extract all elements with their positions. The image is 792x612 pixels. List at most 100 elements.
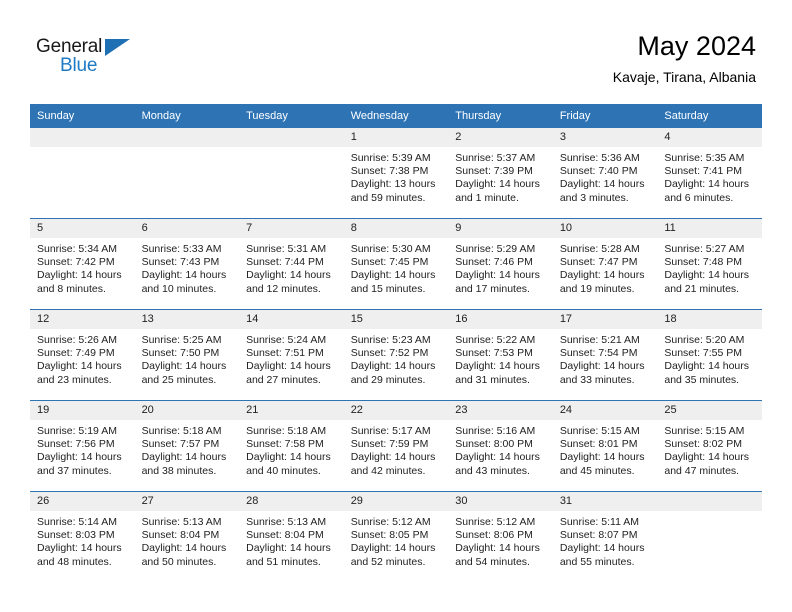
sunrise-time: Sunrise: 5:15 AM <box>559 425 640 437</box>
sunrise-time: Sunrise: 5:27 AM <box>664 243 745 255</box>
day-number: 2 <box>448 128 553 147</box>
calendar-day-cell[interactable]: 21 Sunrise: 5:18 AM Sunset: 7:58 PM Dayligh… <box>239 400 344 492</box>
sunset-time: Sunset: 7:48 PM <box>664 256 743 269</box>
weekday-header-wednesday: Wednesday <box>343 104 449 128</box>
calendar-day-cell[interactable]: 17 Sunrise: 5:21 AM Sunset: 7:54 PM Dayligh… <box>552 309 658 401</box>
daylight-line-1: Daylight: 14 hours <box>141 451 227 464</box>
sunset-time: Sunset: 7:50 PM <box>141 347 220 360</box>
day-number: 16 <box>448 310 553 329</box>
daylight-line-2: and 47 minutes. <box>664 464 740 477</box>
calendar-day-cell[interactable]: 4 Sunrise: 5:35 AM Sunset: 7:41 PM Daylight… <box>657 128 762 219</box>
brand-logo[interactable]: General Blue <box>36 36 156 82</box>
calendar-day-cell[interactable]: 5 Sunrise: 5:34 AM Sunset: 7:42 PM Daylight… <box>30 218 135 310</box>
day-number: 6 <box>134 219 240 238</box>
calendar-day-cell[interactable]: 22 Sunrise: 5:17 AM Sunset: 7:59 PM Dayligh… <box>343 400 449 492</box>
calendar-day-cell[interactable]: 18 Sunrise: 5:20 AM Sunset: 7:55 PM Dayligh… <box>657 309 762 401</box>
daylight-line-1: Daylight: 14 hours <box>37 542 122 555</box>
sunset-time: Sunset: 8:07 PM <box>559 529 638 542</box>
calendar-table: Sunday Monday Tuesday Wednesday Thursday… <box>30 104 762 582</box>
daylight-line-1: Daylight: 14 hours <box>455 542 540 555</box>
day-sun-info: Sunrise: 5:17 AM Sunset: 7:59 PM Daylight:… <box>344 420 449 478</box>
calendar-day-cell[interactable]: 30 Sunrise: 5:12 AM Sunset: 8:06 PM Dayligh… <box>448 491 553 582</box>
daylight-line-2: and 29 minutes. <box>350 373 426 386</box>
calendar-day-cell[interactable]: 13 Sunrise: 5:25 AM Sunset: 7:50 PM Dayligh… <box>134 309 240 401</box>
calendar-day-cell[interactable]: 27 Sunrise: 5:13 AM Sunset: 8:04 PM Dayligh… <box>134 491 240 582</box>
calendar-day-cell[interactable]: 14 Sunrise: 5:24 AM Sunset: 7:51 PM Dayligh… <box>239 309 344 401</box>
daylight-line-2: and 3 minutes. <box>559 191 629 204</box>
calendar-day-cell[interactable]: 6 Sunrise: 5:33 AM Sunset: 7:43 PM Daylight… <box>134 218 240 310</box>
day-number: 17 <box>552 310 658 329</box>
calendar-day-cell[interactable]: 20 Sunrise: 5:18 AM Sunset: 7:57 PM Dayligh… <box>134 400 240 492</box>
triangle-logo-icon <box>105 39 130 56</box>
weekday-header-friday: Friday <box>552 104 658 128</box>
sunrise-time: Sunrise: 5:23 AM <box>350 334 431 346</box>
daylight-line-1: Daylight: 14 hours <box>350 451 436 464</box>
daylight-line-1: Daylight: 14 hours <box>559 269 645 282</box>
daylight-line-1: Daylight: 14 hours <box>37 269 122 282</box>
sunrise-time: Sunrise: 5:29 AM <box>455 243 536 255</box>
calendar-day-cell[interactable]: 3 Sunrise: 5:36 AM Sunset: 7:40 PM Daylight… <box>552 128 658 219</box>
calendar-day-cell[interactable]: 25 Sunrise: 5:15 AM Sunset: 8:02 PM Dayligh… <box>657 400 762 492</box>
calendar-day-cell[interactable]: 12 Sunrise: 5:26 AM Sunset: 7:49 PM Dayligh… <box>30 309 135 401</box>
calendar-day-cell[interactable]: 19 Sunrise: 5:19 AM Sunset: 7:56 PM Dayligh… <box>30 400 135 492</box>
calendar-day-cell[interactable]: 16 Sunrise: 5:22 AM Sunset: 7:53 PM Dayligh… <box>448 309 553 401</box>
daylight-line-2: and 59 minutes. <box>350 191 426 204</box>
daylight-line-2: and 43 minutes. <box>455 464 530 477</box>
day-number: 26 <box>30 492 135 511</box>
sunset-time: Sunset: 7:56 PM <box>37 438 115 451</box>
sunrise-time: Sunrise: 5:35 AM <box>664 152 745 164</box>
sunrise-time: Sunrise: 5:21 AM <box>559 334 640 346</box>
daylight-line-2: and 54 minutes. <box>455 555 530 568</box>
calendar-day-cell[interactable]: 31 Sunrise: 5:11 AM Sunset: 8:07 PM Dayligh… <box>552 491 658 582</box>
calendar-week-row: 5 Sunrise: 5:34 AM Sunset: 7:42 PM Daylight… <box>30 218 762 310</box>
daylight-line-2: and 17 minutes. <box>455 282 530 295</box>
sunrise-time: Sunrise: 5:22 AM <box>455 334 536 346</box>
daylight-line-2: and 35 minutes. <box>664 373 740 386</box>
sunrise-time: Sunrise: 5:12 AM <box>350 516 431 528</box>
calendar-day-cell[interactable]: 10 Sunrise: 5:28 AM Sunset: 7:47 PM Dayligh… <box>552 218 658 310</box>
day-number: 25 <box>657 401 762 420</box>
sunset-time: Sunset: 7:47 PM <box>559 256 638 269</box>
weekday-header-saturday: Saturday <box>657 104 762 128</box>
daylight-line-2: and 15 minutes. <box>350 282 426 295</box>
daylight-line-1: Daylight: 14 hours <box>350 542 436 555</box>
sunset-time: Sunset: 7:40 PM <box>559 165 638 178</box>
daylight-line-2: and 12 minutes. <box>246 282 321 295</box>
day-sun-info: Sunrise: 5:23 AM Sunset: 7:52 PM Daylight:… <box>344 329 449 387</box>
daylight-line-2: and 19 minutes. <box>559 282 635 295</box>
daylight-line-1: Daylight: 14 hours <box>141 360 227 373</box>
calendar-day-cell[interactable]: 23 Sunrise: 5:16 AM Sunset: 8:00 PM Dayligh… <box>448 400 553 492</box>
calendar-day-cell[interactable]: 28 Sunrise: 5:13 AM Sunset: 8:04 PM Dayligh… <box>239 491 344 582</box>
sunrise-time: Sunrise: 5:31 AM <box>246 243 327 255</box>
day-sun-info: Sunrise: 5:12 AM Sunset: 8:05 PM Daylight:… <box>344 511 449 569</box>
day-sun-info: Sunrise: 5:21 AM Sunset: 7:54 PM Daylight:… <box>553 329 658 387</box>
day-number: 20 <box>134 401 240 420</box>
calendar-day-cell[interactable]: 7 Sunrise: 5:31 AM Sunset: 7:44 PM Daylight… <box>239 218 344 310</box>
day-sun-info: Sunrise: 5:16 AM Sunset: 8:00 PM Daylight:… <box>448 420 553 478</box>
sunset-time: Sunset: 7:51 PM <box>246 347 324 360</box>
calendar-day-cell[interactable]: 15 Sunrise: 5:23 AM Sunset: 7:52 PM Dayligh… <box>343 309 449 401</box>
day-sun-info: Sunrise: 5:29 AM Sunset: 7:46 PM Daylight:… <box>448 238 553 296</box>
sunset-time: Sunset: 8:04 PM <box>246 529 324 542</box>
calendar-day-cell[interactable]: 9 Sunrise: 5:29 AM Sunset: 7:46 PM Daylight… <box>448 218 553 310</box>
day-sun-info: Sunrise: 5:13 AM Sunset: 8:04 PM Daylight:… <box>135 511 240 569</box>
sunrise-time: Sunrise: 5:25 AM <box>141 334 222 346</box>
day-number: 18 <box>657 310 762 329</box>
calendar-day-cell[interactable]: 29 Sunrise: 5:12 AM Sunset: 8:05 PM Dayligh… <box>343 491 449 582</box>
sunset-time: Sunset: 8:00 PM <box>455 438 533 451</box>
calendar-day-cell[interactable]: 26 Sunrise: 5:14 AM Sunset: 8:03 PM Dayligh… <box>30 491 135 582</box>
calendar-day-cell[interactable]: 1 Sunrise: 5:39 AM Sunset: 7:38 PM Daylight… <box>343 128 449 219</box>
daylight-line-1: Daylight: 14 hours <box>559 178 645 191</box>
calendar-day-cell[interactable]: 11 Sunrise: 5:27 AM Sunset: 7:48 PM Dayligh… <box>657 218 762 310</box>
calendar-day-cell[interactable]: 24 Sunrise: 5:15 AM Sunset: 8:01 PM Dayligh… <box>552 400 658 492</box>
day-sun-info: Sunrise: 5:24 AM Sunset: 7:51 PM Daylight:… <box>239 329 344 387</box>
sunset-time: Sunset: 8:04 PM <box>141 529 220 542</box>
daylight-line-1: Daylight: 14 hours <box>455 360 540 373</box>
calendar-day-cell[interactable]: 8 Sunrise: 5:30 AM Sunset: 7:45 PM Daylight… <box>343 218 449 310</box>
calendar-day-cell[interactable]: 2 Sunrise: 5:37 AM Sunset: 7:39 PM Daylight… <box>448 128 553 219</box>
daylight-line-1: Daylight: 14 hours <box>350 360 436 373</box>
day-sun-info: Sunrise: 5:18 AM Sunset: 7:57 PM Daylight:… <box>135 420 240 478</box>
daylight-line-2: and 51 minutes. <box>246 555 321 568</box>
day-sun-info: Sunrise: 5:25 AM Sunset: 7:50 PM Daylight:… <box>135 329 240 387</box>
day-number <box>657 492 762 511</box>
